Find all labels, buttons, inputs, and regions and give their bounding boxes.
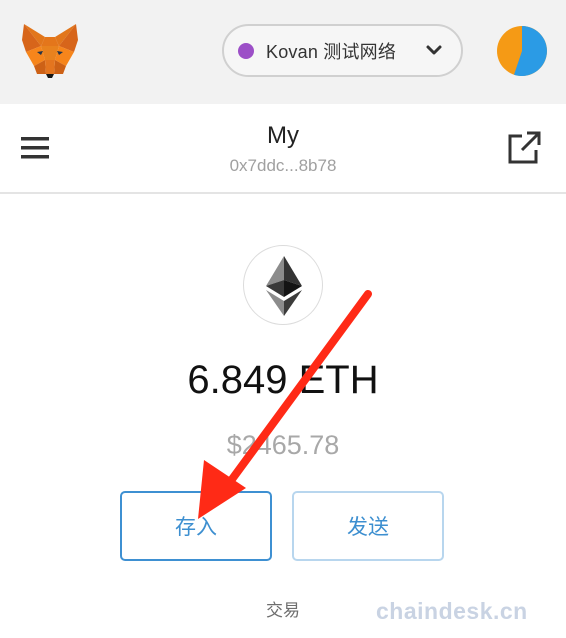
external-link-icon[interactable]: [506, 130, 542, 166]
account-address[interactable]: 0x7ddc...8b78: [0, 156, 566, 176]
ethereum-token-badge: [243, 245, 323, 325]
watermark-text: chaindesk.cn: [376, 598, 528, 624]
account-avatar-icon[interactable]: [496, 25, 548, 77]
send-button[interactable]: 发送: [292, 491, 444, 561]
eth-balance: 6.849 ETH: [187, 358, 379, 402]
metamask-fox-icon[interactable]: [20, 22, 80, 80]
account-bar: My 0x7ddc...8b78: [0, 104, 566, 194]
wallet-app: Kovan 测试网络 My 0x7ddc...8b78 6.849 ETH $2…: [0, 0, 566, 638]
ethereum-icon: [266, 256, 302, 316]
app-header: Kovan 测试网络: [0, 0, 566, 104]
fiat-balance: $2465.78: [226, 430, 340, 460]
deposit-button[interactable]: 存入: [120, 491, 272, 561]
network-label: Kovan 测试网络: [266, 41, 397, 62]
chevron-down-icon: [426, 45, 442, 55]
account-name[interactable]: My: [0, 122, 566, 150]
network-selector[interactable]: Kovan 测试网络: [222, 24, 463, 77]
network-status-dot: [238, 42, 254, 59]
